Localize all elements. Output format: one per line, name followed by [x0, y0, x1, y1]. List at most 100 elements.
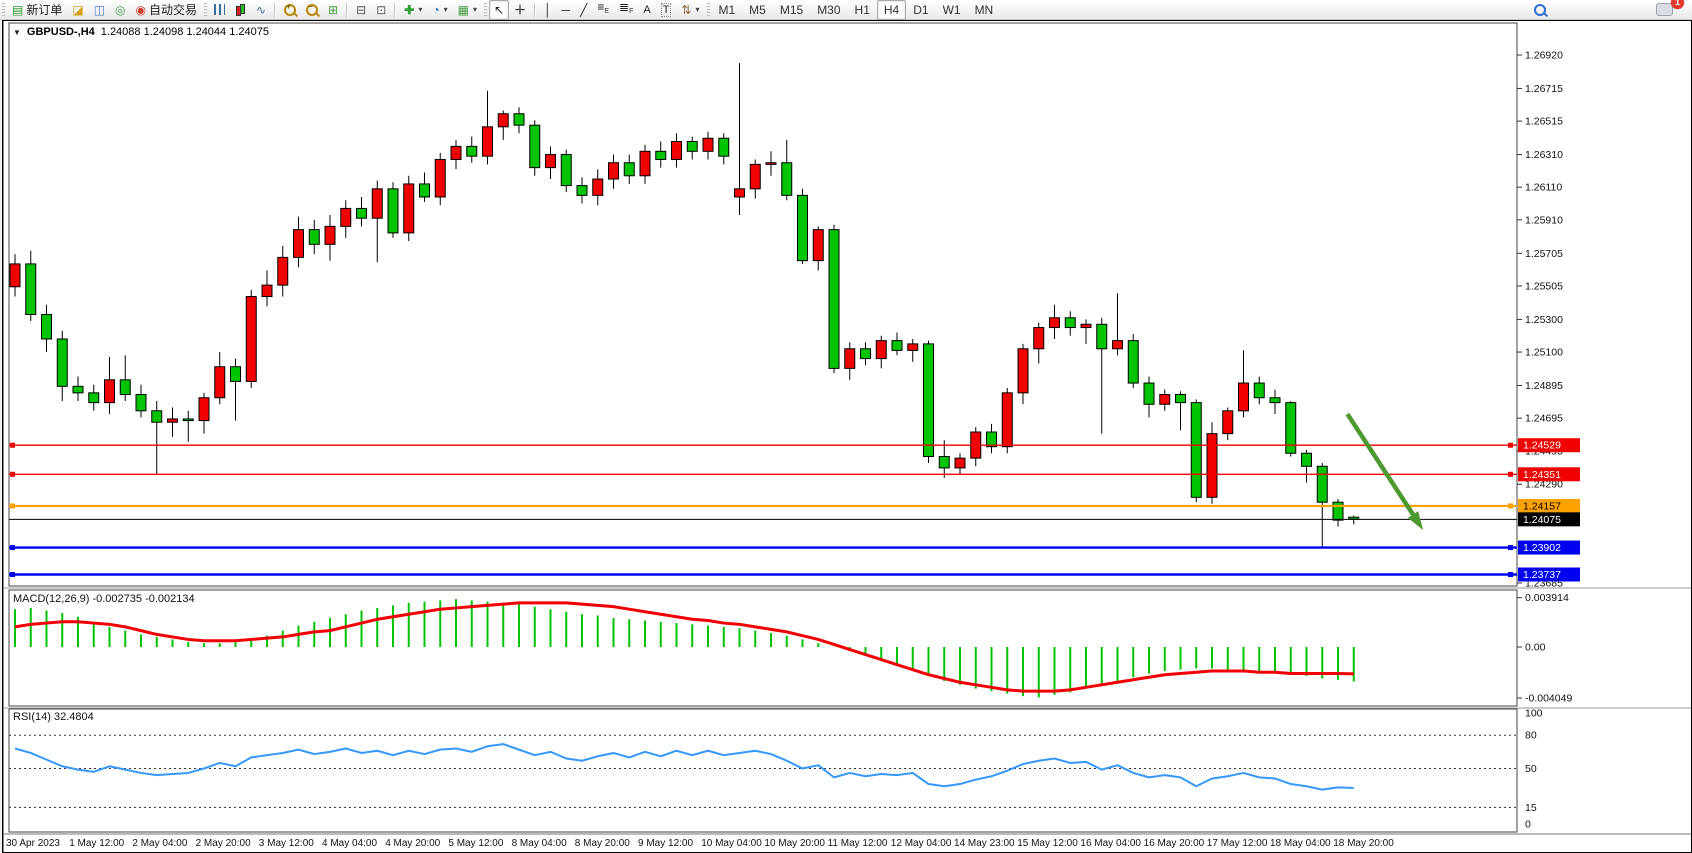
time-axis[interactable]: 30 Apr 2023 1 May 12:00 2 May 04:00 2 May 2…	[6, 838, 1394, 849]
fibonacci-tool-button[interactable]: ≣F	[614, 0, 638, 20]
horizontal-line-object[interactable]: 1.23737	[9, 567, 1580, 581]
search-button[interactable]	[1529, 0, 1551, 20]
svg-text:30 Apr 2023: 30 Apr 2023	[6, 838, 60, 849]
svg-text:11 May 12:00: 11 May 12:00	[828, 838, 888, 849]
toolbar-grip[interactable]	[2, 3, 5, 17]
timeframe-d1-button[interactable]: D1	[906, 0, 935, 20]
svg-text:50: 50	[1525, 763, 1537, 775]
svg-text:0.00: 0.00	[1525, 642, 1546, 654]
svg-text:1.24895: 1.24895	[1525, 380, 1563, 392]
svg-text:1.25505: 1.25505	[1525, 280, 1563, 292]
svg-text:1.24695: 1.24695	[1525, 413, 1563, 425]
candlestick-chart-icon	[235, 4, 246, 16]
template-button[interactable]: ▦ ▾	[453, 0, 482, 20]
paint-bucket-icon: ◪	[72, 4, 83, 16]
arrows-icon: ⇅	[681, 4, 691, 16]
timeframe-m30-button[interactable]: M30	[810, 0, 847, 20]
chart-title-quotes: 1.24088 1.24098 1.24044 1.24075	[101, 26, 269, 38]
svg-text:2 May 04:00: 2 May 04:00	[132, 838, 187, 849]
chart-window: ▼ GBPUSD-,H4 1.24088 1.24098 1.24044 1.2…	[2, 20, 1692, 853]
timeframe-mn-button[interactable]: MN	[968, 0, 1001, 20]
svg-text:8 May 04:00: 8 May 04:00	[512, 838, 567, 849]
svg-text:1.25300: 1.25300	[1525, 314, 1563, 326]
periods-button[interactable]: ◔ ▾	[427, 0, 452, 20]
tile-windows-button[interactable]: ⊞	[323, 0, 343, 20]
market-watch-button[interactable]: ◫	[89, 0, 110, 20]
zoom-in-icon: +	[284, 4, 296, 16]
chart-canvas[interactable]: 1.269201.267151.265151.263101.261101.259…	[3, 21, 1691, 852]
svg-text:1.23902: 1.23902	[1523, 542, 1561, 554]
chat-icon	[1656, 3, 1673, 16]
line-chart-icon: ∿	[256, 4, 266, 16]
main-toolbar: ▤ 新订单 ◪ ◫ ◎ ◉ 自动交易 ∿ + − ⊞ ⊟ ⊡ ✚ ▾	[0, 0, 1692, 20]
vertical-line-tool-button[interactable]: │	[539, 0, 557, 20]
notifications-button[interactable]: 1	[1651, 0, 1678, 20]
zoom-out-icon: −	[306, 4, 318, 16]
svg-text:8 May 20:00: 8 May 20:00	[575, 838, 630, 849]
arrows-tool-button[interactable]: ⇅ ▾	[676, 0, 704, 20]
svg-text:0: 0	[1525, 819, 1531, 831]
crosshair-tool-button[interactable]: ＋	[509, 0, 531, 20]
toolbar-grip[interactable]	[484, 3, 487, 17]
timeframe-h4-button[interactable]: H4	[877, 0, 906, 20]
add-indicator-button[interactable]: ✚ ▾	[399, 0, 427, 20]
svg-text:0.003914: 0.003914	[1525, 592, 1569, 604]
zoom-in-button[interactable]: +	[279, 0, 301, 20]
candlestick-chart-button[interactable]	[230, 0, 251, 20]
timeframe-m15-button[interactable]: M15	[773, 0, 810, 20]
chevron-down-icon: ▾	[695, 5, 699, 14]
horizontal-line-object[interactable]: 1.24157	[9, 499, 1580, 513]
svg-text:17 May 12:00: 17 May 12:00	[1207, 838, 1268, 849]
horizontal-line-object[interactable]: 1.24529	[9, 438, 1580, 452]
styles-button[interactable]: ◪	[67, 0, 88, 20]
zoom-out-button[interactable]: −	[301, 0, 323, 20]
equidistant-channel-tool-button[interactable]: ≡E	[592, 0, 614, 20]
svg-text:5 May 12:00: 5 May 12:00	[448, 838, 503, 849]
svg-text:1.26110: 1.26110	[1525, 182, 1562, 194]
text-icon: A	[643, 4, 650, 16]
horizontal-line-icon: ─	[562, 4, 571, 16]
auto-trading-button[interactable]: ◉ 自动交易	[131, 0, 203, 20]
new-order-button[interactable]: ▤ 新订单	[7, 0, 67, 20]
horizontal-line-tool-button[interactable]: ─	[557, 0, 576, 20]
line-chart-button[interactable]: ∿	[251, 0, 271, 20]
svg-text:2 May 20:00: 2 May 20:00	[196, 838, 251, 849]
svg-text:1.26515: 1.26515	[1525, 116, 1563, 128]
chevron-down-icon[interactable]: ▼	[13, 28, 21, 37]
svg-text:100: 100	[1525, 708, 1543, 720]
svg-text:1.24529: 1.24529	[1523, 440, 1561, 452]
indicator-window-button[interactable]: ⊟	[351, 0, 371, 20]
new-order-label: 新订单	[26, 1, 62, 18]
new-order-icon: ▤	[12, 4, 23, 16]
svg-text:1.24075: 1.24075	[1523, 514, 1561, 526]
timeframe-w1-button[interactable]: W1	[936, 0, 968, 20]
indicator-window-add-button[interactable]: ⊡	[371, 0, 391, 20]
svg-text:1 May 12:00: 1 May 12:00	[69, 838, 124, 849]
timeframe-m5-button[interactable]: M5	[742, 0, 773, 20]
down-arrow-annotation[interactable]	[1347, 414, 1423, 530]
svg-text:16 May 20:00: 16 May 20:00	[1144, 838, 1205, 849]
timeframe-h1-button[interactable]: H1	[848, 0, 877, 20]
search-icon	[1534, 4, 1546, 16]
text-label-tool-button[interactable]: T	[656, 0, 677, 20]
cursor-tool-button[interactable]: ↖	[489, 0, 509, 20]
horizontal-line-object[interactable]: 1.24351	[9, 467, 1580, 481]
bar-chart-button[interactable]	[209, 0, 230, 20]
svg-text:1.26715: 1.26715	[1525, 83, 1563, 95]
indicator-window-icon: ⊟	[356, 4, 366, 16]
bid-price-line: 1.24075	[9, 512, 1580, 526]
svg-text:1.23737: 1.23737	[1523, 569, 1561, 581]
rsi-pane: 1008050150	[9, 708, 1543, 831]
svg-text:1.24351: 1.24351	[1523, 469, 1561, 481]
horizontal-line-object[interactable]: 1.23902	[9, 541, 1580, 555]
add-indicator-icon: ✚	[404, 4, 414, 16]
toolbar-grip[interactable]	[707, 3, 710, 17]
text-tool-button[interactable]: A	[638, 0, 655, 20]
svg-text:4 May 20:00: 4 May 20:00	[385, 838, 440, 849]
toolbar-grip[interactable]	[204, 3, 207, 17]
timeframe-m1-button[interactable]: M1	[712, 0, 743, 20]
trendline-tool-button[interactable]: ╱	[575, 0, 592, 20]
chart-title: ▼ GBPUSD-,H4 1.24088 1.24098 1.24044 1.2…	[13, 26, 269, 38]
signal-button[interactable]: ◎	[110, 0, 130, 20]
svg-text:16 May 04:00: 16 May 04:00	[1080, 838, 1141, 849]
